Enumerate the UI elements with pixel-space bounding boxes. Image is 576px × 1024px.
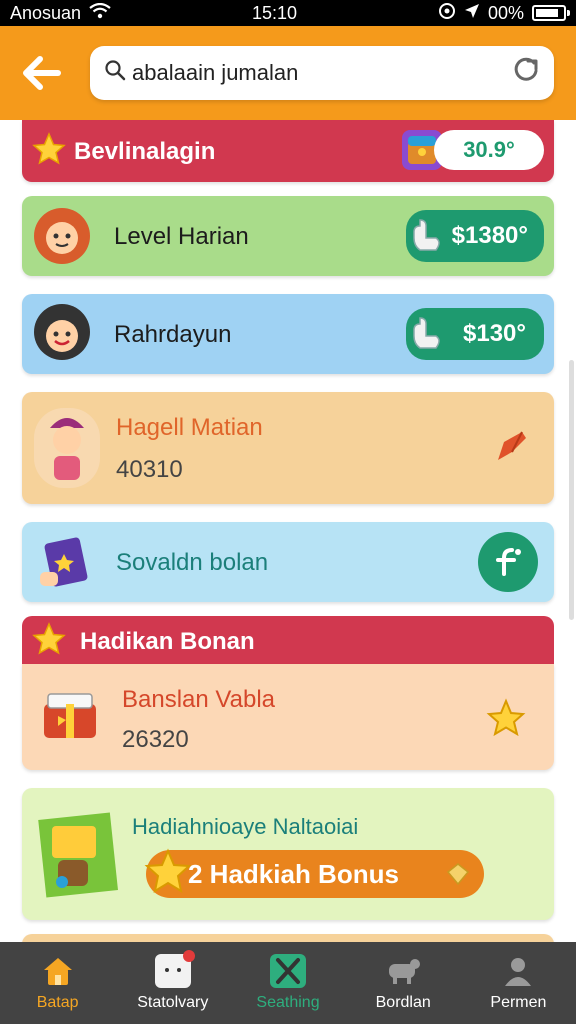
reward-value: $130° <box>463 320 526 347</box>
alarm-icon <box>438 2 456 25</box>
notification-badge <box>182 950 195 962</box>
balance-value: 30.9° <box>463 137 515 162</box>
action-button[interactable] <box>478 532 538 592</box>
nav-label-profile: Permen <box>490 994 547 1011</box>
nav-label-home: Batap <box>36 994 79 1011</box>
back-arrow-icon <box>23 56 61 90</box>
star-icon <box>144 848 192 903</box>
monitor-icon <box>154 950 195 988</box>
animal-icon <box>385 954 421 988</box>
nav-item-stats[interactable]: Statolvary <box>115 942 230 1024</box>
list-item-hagell-matian[interactable]: Hagell Matian 40310 <box>22 392 554 504</box>
item-value: 40310 <box>116 456 183 483</box>
list-item-banslan-vabla[interactable]: Banslan Vabla 26320 <box>22 664 554 770</box>
nav-item-home[interactable]: Batap <box>0 942 115 1024</box>
close-box-icon <box>270 954 306 988</box>
search-input[interactable] <box>132 60 512 86</box>
item-title: Hagell Matian <box>116 414 263 441</box>
star-icon <box>32 132 66 171</box>
list-item-sovaldn-bolan[interactable]: Sovaldn bolan <box>22 522 554 602</box>
user-icon <box>500 954 536 988</box>
gem-icon <box>446 862 470 893</box>
search-bar[interactable] <box>90 46 554 100</box>
nav-label-stats: Statolvary <box>137 994 209 1011</box>
reward-button[interactable]: $130° <box>406 308 544 360</box>
refresh-icon[interactable] <box>512 55 540 91</box>
bonus-label: 2 Hadkiah Bonus <box>188 858 399 889</box>
search-icon <box>104 59 126 87</box>
list-item-level-harian[interactable]: Level Harian $1380° <box>22 196 554 276</box>
star-icon[interactable] <box>486 698 526 743</box>
kid-avatar-icon <box>34 408 100 488</box>
item-value: 26320 <box>122 726 189 753</box>
bonus-button[interactable]: 2 Hadkiah Bonus <box>144 848 484 898</box>
hand-pointer-icon <box>406 216 446 263</box>
back-button[interactable] <box>14 45 70 101</box>
item-title: Rahrdayun <box>114 321 232 348</box>
section-header-1[interactable]: Bevlinalagin 30.9° <box>22 120 554 182</box>
content-list[interactable]: Bevlinalagin 30.9° Level Harian $1380° R… <box>0 120 576 942</box>
nav-label-bordlan: Bordlan <box>375 994 431 1011</box>
location-icon <box>464 3 480 24</box>
hand-pointer-icon <box>406 314 446 361</box>
item-title: Sovaldn bolan <box>116 549 269 576</box>
section-title: Bevlinalagin <box>74 138 216 165</box>
nav-item-profile[interactable]: Permen <box>461 942 576 1024</box>
nav-label-searching: Seathing <box>256 994 320 1011</box>
item-title: Banslan Vabla <box>122 686 275 713</box>
list-item-rahrdayun[interactable]: Rahrdayun $130° <box>22 294 554 374</box>
battery-icon <box>531 5 570 21</box>
clock: 15:10 <box>251 2 298 23</box>
wifi-icon <box>89 2 111 24</box>
pencil-icon[interactable] <box>492 426 532 471</box>
list-item-partial[interactable] <box>22 934 554 942</box>
section-header-2[interactable]: Hadikan Bonan <box>22 616 554 664</box>
reward-value: $1380° <box>451 222 528 249</box>
reward-button[interactable]: $1380° <box>406 210 544 262</box>
fox-avatar-icon <box>34 208 90 264</box>
nav-item-searching[interactable]: Seathing <box>230 942 345 1024</box>
bottom-navigation: Batap Statolvary Seathing Bordlan Permen <box>0 942 576 1024</box>
app-header <box>0 26 576 120</box>
balance-badge: 30.9° <box>434 130 544 170</box>
section-title: Hadikan Bonan <box>80 628 255 655</box>
list-item-bonus[interactable]: Hadiahnioaye Naltaoiai 2 Hadkiah Bonus <box>22 788 554 920</box>
carrier-label: Anosuan <box>10 2 82 23</box>
function-icon <box>496 548 521 576</box>
scrollbar[interactable] <box>569 360 574 620</box>
star-icon <box>32 622 66 661</box>
nav-item-bordlan[interactable]: Bordlan <box>346 942 461 1024</box>
gift-crate-icon <box>34 800 122 908</box>
battery-percent: 00% <box>487 2 524 23</box>
girl-avatar-icon <box>34 304 90 360</box>
gift-box-icon <box>38 680 104 746</box>
home-icon <box>40 954 76 988</box>
item-title: Hadiahnioaye Naltaoiai <box>132 814 359 839</box>
item-title: Level Harian <box>114 223 249 250</box>
status-bar: Anosuan 15:10 00% <box>0 0 576 26</box>
book-icon <box>38 532 98 592</box>
